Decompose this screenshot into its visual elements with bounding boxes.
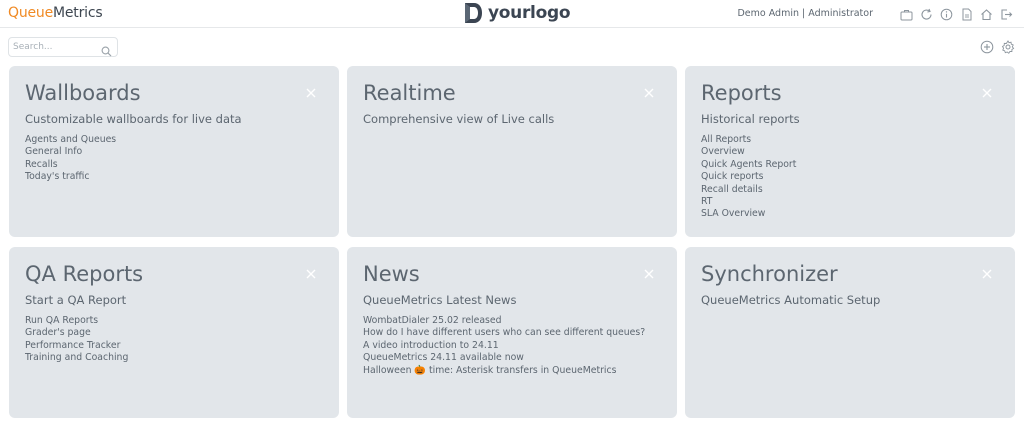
close-icon[interactable] — [981, 268, 993, 280]
news-link[interactable]: How do I have different users who can se… — [363, 327, 645, 338]
card-title[interactable]: QA Reports — [25, 261, 323, 287]
card-subtitle: QueueMetrics Automatic Setup — [701, 293, 881, 307]
company-logo: yourlogo — [463, 2, 571, 24]
card-links: Agents and Queues General Info Recalls T… — [25, 134, 323, 184]
logo-text: yourlogo — [488, 3, 571, 23]
card-title[interactable]: Realtime — [363, 80, 661, 106]
card-link-overview[interactable]: Overview — [701, 146, 745, 157]
news-link[interactable]: WombatDialer 25.02 released — [363, 315, 502, 326]
news-link[interactable]: QueueMetrics 24.11 available now — [363, 352, 524, 363]
card-subtitle: Start a QA Report — [25, 293, 127, 307]
card-title[interactable]: Synchronizer — [701, 261, 999, 287]
search-box — [8, 37, 118, 57]
card-title[interactable]: Reports — [701, 80, 999, 106]
home-icon[interactable] — [979, 7, 994, 22]
info-icon[interactable] — [939, 7, 954, 22]
card-link-agents-queues[interactable]: Agents and Queues — [25, 134, 116, 145]
card-link-rt[interactable]: RT — [701, 196, 712, 207]
document-icon[interactable] — [959, 7, 974, 22]
dashboard-tools — [979, 39, 1015, 54]
briefcase-icon[interactable] — [899, 7, 914, 22]
card-link-sla-overview[interactable]: SLA Overview — [701, 208, 765, 219]
card-link-performance-tracker[interactable]: Performance Tracker — [25, 340, 120, 351]
card-title[interactable]: Wallboards — [25, 80, 323, 106]
brand-part1: Queue — [8, 5, 53, 21]
refresh-icon[interactable] — [919, 7, 934, 22]
add-circle-icon[interactable] — [979, 39, 994, 54]
card-title[interactable]: News — [363, 261, 661, 287]
card-link-run-qa-reports[interactable]: Run QA Reports — [25, 315, 98, 326]
card-subtitle: Customizable wallboards for live data — [25, 112, 242, 126]
card-subtitle: QueueMetrics Latest News — [363, 293, 517, 307]
card-link-todays-traffic[interactable]: Today's traffic — [25, 171, 90, 182]
card-link-training-coaching[interactable]: Training and Coaching — [25, 352, 128, 363]
close-icon[interactable] — [305, 268, 317, 280]
card-link-graders-page[interactable]: Grader's page — [25, 327, 91, 338]
search-input[interactable] — [13, 40, 99, 54]
card-link-recall-details[interactable]: Recall details — [701, 184, 763, 195]
card-links: All Reports Overview Quick Agents Report… — [701, 134, 999, 221]
card-realtime: Realtime Comprehensive view of Live call… — [347, 66, 677, 237]
card-link-quick-reports[interactable]: Quick reports — [701, 171, 763, 182]
settings-gear-icon[interactable] — [1000, 39, 1015, 54]
search-icon[interactable] — [101, 42, 112, 61]
brand-logo[interactable]: QueueMetrics — [8, 5, 103, 21]
card-link-recalls[interactable]: Recalls — [25, 159, 58, 170]
news-link[interactable]: A video introduction to 24.11 — [363, 340, 499, 351]
close-icon[interactable] — [643, 268, 655, 280]
card-reports: Reports Historical reports All Reports O… — [685, 66, 1015, 237]
card-subtitle: Historical reports — [701, 112, 800, 126]
top-bar: QueueMetrics yourlogo Demo Admin | Admin… — [0, 0, 1024, 28]
card-qa-reports: QA Reports Start a QA Report Run QA Repo… — [9, 247, 339, 418]
header-toolbar — [899, 7, 1014, 22]
close-icon[interactable] — [643, 87, 655, 99]
news-link[interactable]: Halloween 🎃 time: Asterisk transfers in … — [363, 365, 616, 376]
card-wallboards: Wallboards Customizable wallboards for l… — [9, 66, 339, 237]
current-user[interactable]: Demo Admin | Administrator — [737, 8, 873, 19]
brand-part2: Metrics — [53, 5, 103, 21]
yourlogo-mark-icon — [465, 3, 482, 23]
card-synchronizer: Synchronizer QueueMetrics Automatic Setu… — [685, 247, 1015, 418]
card-news: News QueueMetrics Latest News WombatDial… — [347, 247, 677, 418]
card-link-all-reports[interactable]: All Reports — [701, 134, 751, 145]
card-links: WombatDialer 25.02 released How do I hav… — [363, 315, 661, 377]
dashboard-grid: Wallboards Customizable wallboards for l… — [9, 66, 1015, 418]
card-link-general-info[interactable]: General Info — [25, 146, 82, 157]
card-links: Run QA Reports Grader's page Performance… — [25, 315, 323, 365]
card-subtitle: Comprehensive view of Live calls — [363, 112, 555, 126]
logout-icon[interactable] — [999, 7, 1014, 22]
close-icon[interactable] — [981, 87, 993, 99]
close-icon[interactable] — [305, 87, 317, 99]
card-link-quick-agents-report[interactable]: Quick Agents Report — [701, 159, 796, 170]
